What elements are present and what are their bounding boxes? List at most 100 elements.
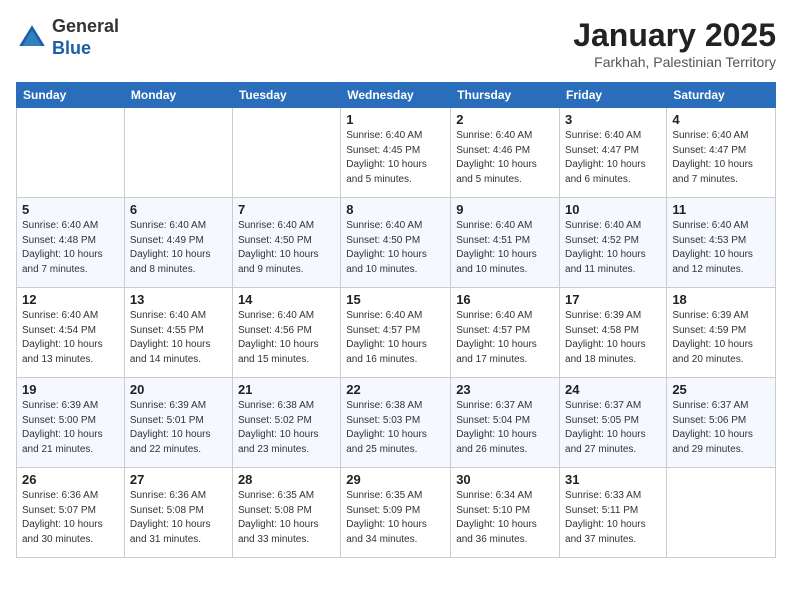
day-info: Sunrise: 6:40 AM Sunset: 4:50 PM Dayligh… [238,219,335,277]
day-info: Sunrise: 6:40 AM Sunset: 4:57 PM Dayligh… [346,309,445,367]
day-number: 20 [130,382,227,397]
day-info: Sunrise: 6:40 AM Sunset: 4:47 PM Dayligh… [672,129,770,187]
day-number: 21 [238,382,335,397]
day-info: Sunrise: 6:35 AM Sunset: 5:08 PM Dayligh… [238,489,335,547]
day-number: 7 [238,202,335,217]
day-info: Sunrise: 6:40 AM Sunset: 4:53 PM Dayligh… [672,219,770,277]
day-number: 29 [346,472,445,487]
day-number: 28 [238,472,335,487]
calendar-cell: 17 Sunrise: 6:39 AM Sunset: 4:58 PM Dayli… [560,288,667,378]
calendar-cell: 23 Sunrise: 6:37 AM Sunset: 5:04 PM Dayli… [451,378,560,468]
day-number: 11 [672,202,770,217]
calendar-cell: 13 Sunrise: 6:40 AM Sunset: 4:55 PM Dayli… [124,288,232,378]
day-number: 22 [346,382,445,397]
column-header-sunday: Sunday [17,83,125,108]
day-number: 12 [22,292,119,307]
calendar-cell: 26 Sunrise: 6:36 AM Sunset: 5:07 PM Dayli… [17,468,125,558]
calendar-cell: 10Sunrise: 6:40 AM Sunset: 4:52 PM Dayli… [560,198,667,288]
calendar-cell: 2Sunrise: 6:40 AM Sunset: 4:46 PM Daylig… [451,108,560,198]
calendar-cell: 18 Sunrise: 6:39 AM Sunset: 4:59 PM Dayli… [667,288,776,378]
calendar-cell: 9 Sunrise: 6:40 AM Sunset: 4:51 PM Daylig… [451,198,560,288]
day-info: Sunrise: 6:40 AM Sunset: 4:47 PM Dayligh… [565,129,661,187]
day-info: Sunrise: 6:38 AM Sunset: 5:03 PM Dayligh… [346,399,445,457]
column-header-wednesday: Wednesday [341,83,451,108]
calendar-cell: 15 Sunrise: 6:40 AM Sunset: 4:57 PM Dayli… [341,288,451,378]
day-number: 8 [346,202,445,217]
day-info: Sunrise: 6:36 AM Sunset: 5:08 PM Dayligh… [130,489,227,547]
day-number: 13 [130,292,227,307]
title-block: January 2025 Farkhah, Palestinian Territ… [573,16,776,70]
day-number: 18 [672,292,770,307]
day-info: Sunrise: 6:39 AM Sunset: 5:01 PM Dayligh… [130,399,227,457]
calendar-week-row: 5 Sunrise: 6:40 AM Sunset: 4:48 PM Daylig… [17,198,776,288]
calendar-cell [667,468,776,558]
column-header-tuesday: Tuesday [232,83,340,108]
calendar-cell: 5 Sunrise: 6:40 AM Sunset: 4:48 PM Daylig… [17,198,125,288]
column-header-monday: Monday [124,83,232,108]
day-number: 15 [346,292,445,307]
day-number: 19 [22,382,119,397]
day-info: Sunrise: 6:38 AM Sunset: 5:02 PM Dayligh… [238,399,335,457]
day-number: 17 [565,292,661,307]
column-header-friday: Friday [560,83,667,108]
page-header: General Blue January 2025 Farkhah, Pales… [16,16,776,70]
day-info: Sunrise: 6:37 AM Sunset: 5:04 PM Dayligh… [456,399,554,457]
day-number: 10 [565,202,661,217]
day-info: Sunrise: 6:35 AM Sunset: 5:09 PM Dayligh… [346,489,445,547]
calendar-cell: 29 Sunrise: 6:35 AM Sunset: 5:09 PM Dayli… [341,468,451,558]
day-info: Sunrise: 6:40 AM Sunset: 4:51 PM Dayligh… [456,219,554,277]
day-number: 27 [130,472,227,487]
day-number: 4 [672,112,770,127]
day-info: Sunrise: 6:40 AM Sunset: 4:49 PM Dayligh… [130,219,227,277]
calendar-cell: 24Sunrise: 6:37 AM Sunset: 5:05 PM Dayli… [560,378,667,468]
calendar-week-row: 12 Sunrise: 6:40 AM Sunset: 4:54 PM Dayli… [17,288,776,378]
column-header-saturday: Saturday [667,83,776,108]
day-number: 5 [22,202,119,217]
day-info: Sunrise: 6:40 AM Sunset: 4:56 PM Dayligh… [238,309,335,367]
calendar-cell: 19 Sunrise: 6:39 AM Sunset: 5:00 PM Dayli… [17,378,125,468]
day-info: Sunrise: 6:40 AM Sunset: 4:45 PM Dayligh… [346,129,445,187]
calendar-cell: 20 Sunrise: 6:39 AM Sunset: 5:01 PM Dayli… [124,378,232,468]
day-number: 31 [565,472,661,487]
calendar-cell [124,108,232,198]
day-info: Sunrise: 6:40 AM Sunset: 4:54 PM Dayligh… [22,309,119,367]
calendar-cell: 14Sunrise: 6:40 AM Sunset: 4:56 PM Dayli… [232,288,340,378]
calendar-cell: 8 Sunrise: 6:40 AM Sunset: 4:50 PM Daylig… [341,198,451,288]
day-info: Sunrise: 6:37 AM Sunset: 5:06 PM Dayligh… [672,399,770,457]
day-number: 30 [456,472,554,487]
calendar-cell: 16Sunrise: 6:40 AM Sunset: 4:57 PM Dayli… [451,288,560,378]
calendar-week-row: 19 Sunrise: 6:39 AM Sunset: 5:00 PM Dayli… [17,378,776,468]
calendar-cell: 4 Sunrise: 6:40 AM Sunset: 4:47 PM Daylig… [667,108,776,198]
day-info: Sunrise: 6:40 AM Sunset: 4:57 PM Dayligh… [456,309,554,367]
logo-text: General Blue [52,16,119,59]
calendar-cell: 1 Sunrise: 6:40 AM Sunset: 4:45 PM Daylig… [341,108,451,198]
month-title: January 2025 [573,16,776,54]
calendar-header-row: SundayMondayTuesdayWednesdayThursdayFrid… [17,83,776,108]
calendar-cell: 21 Sunrise: 6:38 AM Sunset: 5:02 PM Dayli… [232,378,340,468]
calendar-cell: 30Sunrise: 6:34 AM Sunset: 5:10 PM Dayli… [451,468,560,558]
day-number: 3 [565,112,661,127]
day-number: 23 [456,382,554,397]
day-number: 1 [346,112,445,127]
day-info: Sunrise: 6:40 AM Sunset: 4:55 PM Dayligh… [130,309,227,367]
day-info: Sunrise: 6:39 AM Sunset: 4:59 PM Dayligh… [672,309,770,367]
day-number: 6 [130,202,227,217]
day-info: Sunrise: 6:40 AM Sunset: 4:48 PM Dayligh… [22,219,119,277]
day-info: Sunrise: 6:39 AM Sunset: 4:58 PM Dayligh… [565,309,661,367]
calendar-cell: 3 Sunrise: 6:40 AM Sunset: 4:47 PM Daylig… [560,108,667,198]
day-info: Sunrise: 6:39 AM Sunset: 5:00 PM Dayligh… [22,399,119,457]
calendar-table: SundayMondayTuesdayWednesdayThursdayFrid… [16,82,776,558]
day-info: Sunrise: 6:40 AM Sunset: 4:50 PM Dayligh… [346,219,445,277]
logo: General Blue [16,16,119,59]
calendar-cell: 28 Sunrise: 6:35 AM Sunset: 5:08 PM Dayli… [232,468,340,558]
day-number: 26 [22,472,119,487]
logo-icon [16,22,48,54]
calendar-cell [17,108,125,198]
day-number: 9 [456,202,554,217]
day-number: 2 [456,112,554,127]
day-info: Sunrise: 6:36 AM Sunset: 5:07 PM Dayligh… [22,489,119,547]
day-info: Sunrise: 6:33 AM Sunset: 5:11 PM Dayligh… [565,489,661,547]
column-header-thursday: Thursday [451,83,560,108]
calendar-week-row: 1 Sunrise: 6:40 AM Sunset: 4:45 PM Daylig… [17,108,776,198]
calendar-cell: 25Sunrise: 6:37 AM Sunset: 5:06 PM Dayli… [667,378,776,468]
